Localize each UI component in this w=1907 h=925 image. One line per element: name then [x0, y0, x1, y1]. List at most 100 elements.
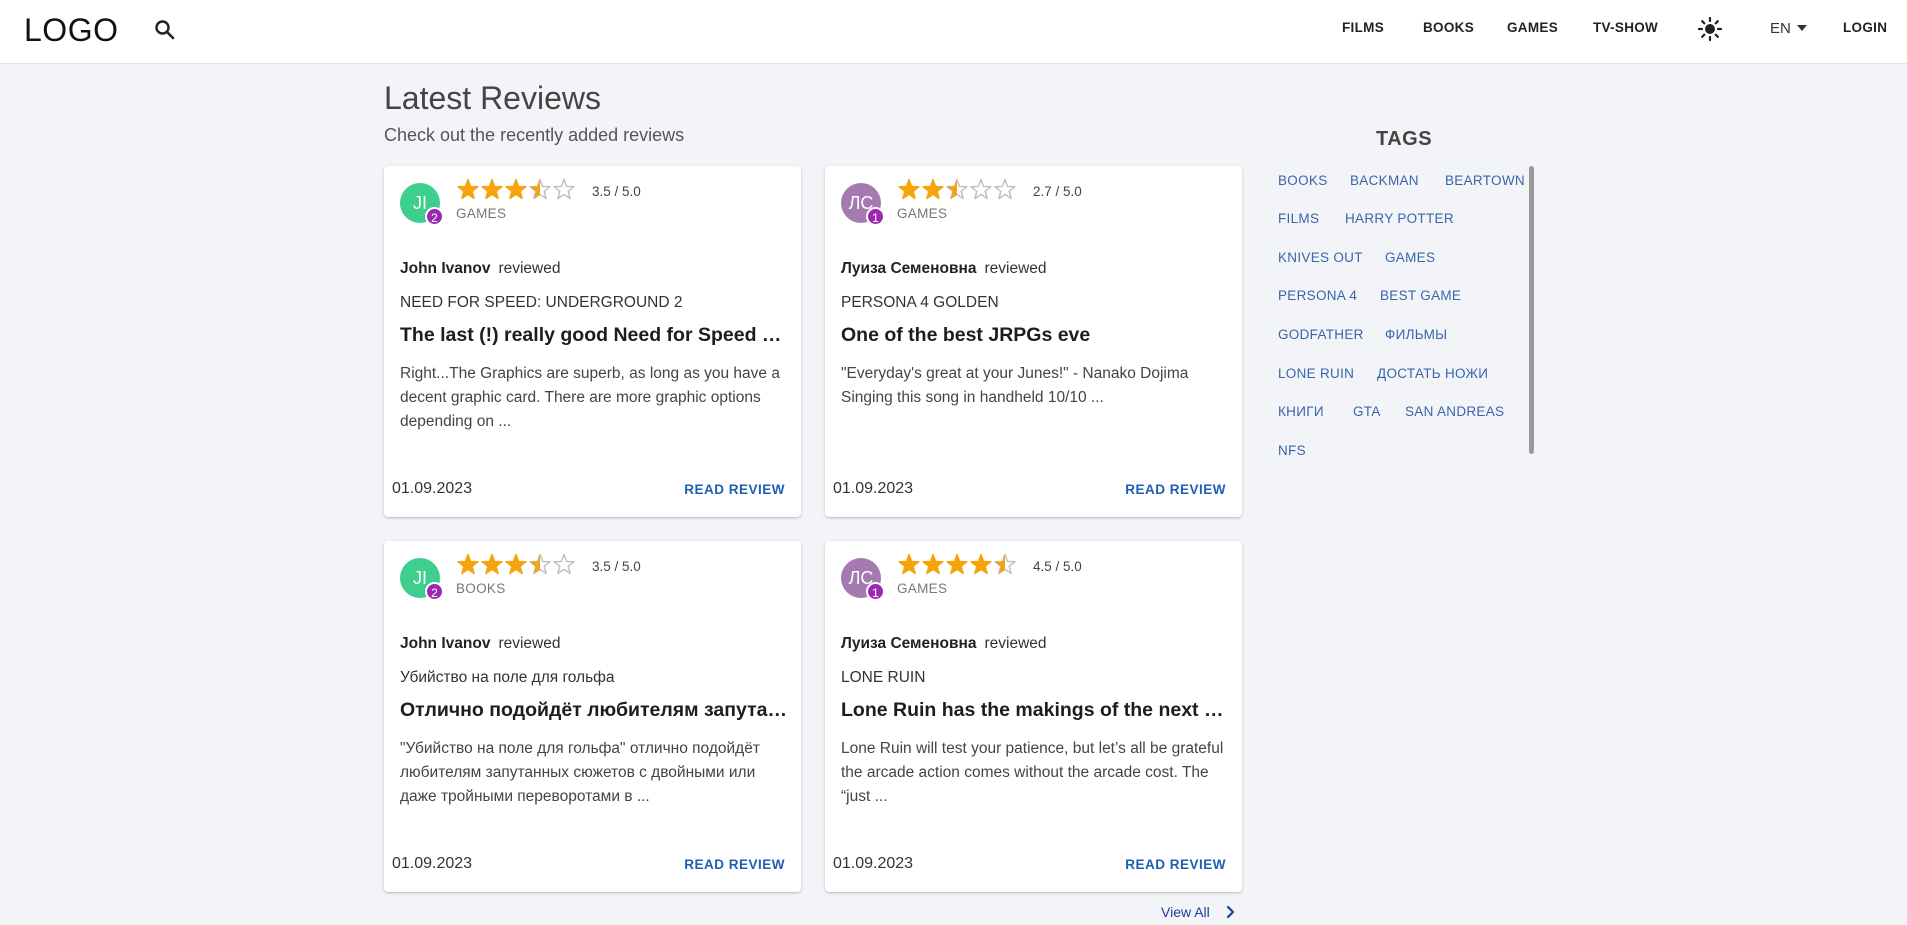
rating-value: 4.5 / 5.0 — [1033, 559, 1082, 574]
search-icon[interactable] — [152, 17, 178, 43]
reviewed-label: reviewed — [498, 260, 561, 277]
tag-item[interactable]: SAN ANDREAS — [1405, 404, 1504, 419]
reviewer-name[interactable]: John Ivanov — [400, 635, 490, 652]
tags-list: BOOKS BACKMAN BEARTOWN FILMS HARRY POTTE… — [1270, 165, 1532, 458]
star-icon — [481, 178, 503, 200]
reviewed-label: reviewed — [984, 260, 1047, 277]
rating-stars — [898, 553, 1016, 575]
review-date: 01.09.2023 — [392, 480, 473, 497]
review-card[interactable]: JI 2 3.5 / 5.0 BOOKS John Ivanov reviewed… — [384, 541, 801, 892]
login-button[interactable]: LOGIN — [1843, 20, 1887, 35]
chevron-right-icon — [1226, 905, 1235, 919]
nav-games[interactable]: GAMES — [1507, 20, 1558, 35]
review-title[interactable]: Отлично подойдёт любителям запутанных сю… — [400, 699, 790, 722]
tags-title: TAGS — [1376, 128, 1433, 150]
reviewed-work: LONE RUIN — [841, 669, 926, 686]
read-review-button[interactable]: READ REVIEW — [1125, 482, 1226, 497]
avatar-badge: 2 — [425, 582, 444, 601]
tag-item[interactable]: PERSONA 4 — [1278, 288, 1357, 303]
read-review-button[interactable]: READ REVIEW — [1125, 857, 1226, 872]
review-excerpt: "Everyday's great at your Junes!" - Nana… — [841, 365, 1189, 406]
tag-item[interactable]: KNIVES OUT — [1278, 250, 1363, 265]
rating-stars — [457, 178, 575, 200]
rating-stars — [457, 553, 575, 575]
reviewer-name[interactable]: John Ivanov — [400, 260, 490, 277]
star-icon — [946, 178, 968, 200]
top-app-bar: LOGO FILMS BOOKS GAMES TV-SHOW EN LOGIN — [0, 0, 1907, 64]
rating-value: 2.7 / 5.0 — [1033, 184, 1082, 199]
star-icon — [994, 553, 1016, 575]
star-icon — [457, 553, 479, 575]
avatar-badge: 2 — [425, 207, 444, 226]
rating-stars — [898, 178, 1016, 200]
rating-value: 3.5 / 5.0 — [592, 184, 641, 199]
star-icon — [505, 553, 527, 575]
avatar-badge: 1 — [866, 582, 885, 601]
language-selector[interactable]: EN — [1770, 20, 1807, 37]
tag-item[interactable]: GODFATHER — [1278, 327, 1364, 342]
nav-books[interactable]: BOOKS — [1423, 20, 1474, 35]
logo[interactable]: LOGO — [24, 12, 118, 49]
review-excerpt: Right...The Graphics are superb, as long… — [400, 365, 780, 430]
reviewer-name[interactable]: Луиза Семеновна — [841, 635, 977, 652]
tag-item[interactable]: HARRY POTTER — [1345, 211, 1454, 226]
view-all-link[interactable]: View All — [1161, 904, 1235, 920]
tag-item[interactable]: BEARTOWN — [1445, 173, 1525, 188]
star-icon — [529, 178, 551, 200]
review-card[interactable]: ЛС 1 2.7 / 5.0 GAMES Луиза Семеновна revi… — [825, 166, 1242, 517]
review-card[interactable]: JI 2 3.5 / 5.0 GAMES John Ivanov reviewed… — [384, 166, 801, 517]
star-icon — [946, 553, 968, 575]
reviewer-line: Луиза Семеновна reviewed — [841, 260, 1047, 278]
star-icon — [457, 178, 479, 200]
read-review-button[interactable]: READ REVIEW — [684, 482, 785, 497]
review-category: GAMES — [897, 581, 948, 596]
reviewer-line: John Ivanov reviewed — [400, 635, 560, 653]
read-review-button[interactable]: READ REVIEW — [684, 857, 785, 872]
tag-item[interactable]: ФИЛЬМЫ — [1385, 327, 1447, 342]
rating-value: 3.5 / 5.0 — [592, 559, 641, 574]
review-title[interactable]: One of the best JRPGs eve — [841, 324, 1231, 347]
star-icon — [553, 553, 575, 575]
review-title[interactable]: The last (!) really good Need for Speed … — [400, 324, 790, 347]
star-icon — [898, 553, 920, 575]
tag-item[interactable]: FILMS — [1278, 211, 1319, 226]
tag-item[interactable]: GTA — [1353, 404, 1381, 419]
reviewed-work: Убийство на поле для гольфа — [400, 669, 615, 686]
tag-item[interactable]: GAMES — [1385, 250, 1435, 265]
star-icon — [481, 553, 503, 575]
star-icon — [970, 553, 992, 575]
star-icon — [898, 178, 920, 200]
star-icon — [994, 178, 1016, 200]
review-date: 01.09.2023 — [833, 855, 914, 872]
review-card[interactable]: ЛС 1 4.5 / 5.0 GAMES Луиза Семеновна revi… — [825, 541, 1242, 892]
language-label: EN — [1770, 20, 1791, 37]
tag-item[interactable]: КНИГИ — [1278, 404, 1324, 419]
tag-item[interactable]: BACKMAN — [1350, 173, 1419, 188]
nav-tv-show[interactable]: TV-SHOW — [1593, 20, 1658, 35]
tag-item[interactable]: NFS — [1278, 443, 1306, 458]
review-category: BOOKS — [456, 581, 506, 596]
reviewer-name[interactable]: Луиза Семеновна — [841, 260, 977, 277]
nav-films[interactable]: FILMS — [1342, 20, 1384, 35]
reviewer-line: Луиза Семеновна reviewed — [841, 635, 1047, 653]
caret-down-icon — [1796, 25, 1807, 31]
view-all-label: View All — [1161, 904, 1210, 920]
star-icon — [529, 553, 551, 575]
page-title: Latest Reviews — [384, 80, 601, 116]
tag-item[interactable]: BEST GAME — [1380, 288, 1461, 303]
reviewed-work: NEED FOR SPEED: UNDERGROUND 2 — [400, 294, 683, 311]
review-excerpt: Lone Ruin will test your patience, but l… — [841, 740, 1224, 805]
star-icon — [922, 553, 944, 575]
page-subtitle: Check out the recently added reviews — [384, 125, 685, 145]
review-category: GAMES — [897, 206, 948, 221]
tags-scrollbar[interactable] — [1529, 166, 1534, 454]
review-category: GAMES — [456, 206, 507, 221]
sun-icon[interactable] — [1697, 16, 1723, 42]
review-excerpt: "Убийство на поле для гольфа" отлично по… — [400, 740, 760, 805]
review-title[interactable]: Lone Ruin has the makings of the next gr… — [841, 699, 1231, 722]
star-icon — [553, 178, 575, 200]
tag-item[interactable]: BOOKS — [1278, 173, 1328, 188]
tag-item[interactable]: LONE RUIN — [1278, 366, 1354, 381]
review-date: 01.09.2023 — [833, 480, 914, 497]
tag-item[interactable]: ДОСТАТЬ НОЖИ — [1377, 366, 1488, 381]
